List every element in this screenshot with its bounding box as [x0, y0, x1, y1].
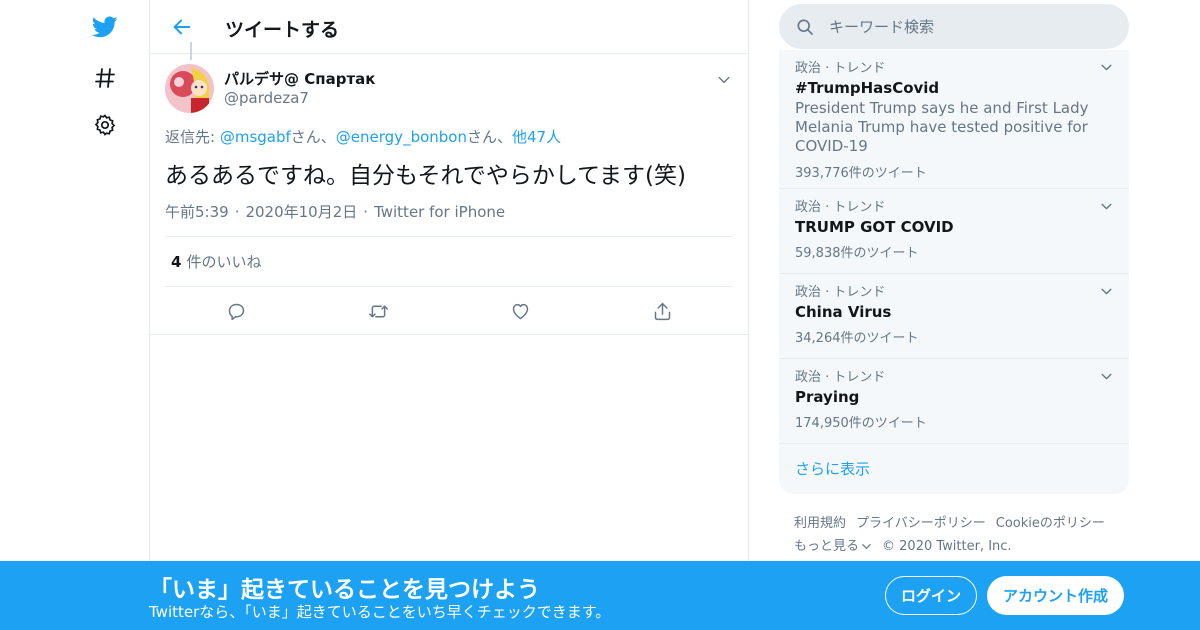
- meta-separator: ·: [363, 203, 369, 221]
- retweet-icon: [368, 305, 388, 317]
- meta-separator: ·: [234, 203, 240, 221]
- trend-name: #TrumpHasCovid: [795, 79, 940, 97]
- trend-count: 393,776件のツイート: [795, 166, 927, 181]
- twitter-bird-icon[interactable]: [90, 12, 120, 42]
- trend-menu-button[interactable]: [1097, 58, 1115, 76]
- trend-menu-button[interactable]: [1097, 197, 1115, 215]
- footer-link-privacy[interactable]: プライバシーポリシー: [856, 516, 986, 531]
- banner-subtitle: Twitterなら、「いま」起きていることをいち早くチェックできます。: [149, 603, 611, 621]
- chevron-down-icon: [1100, 203, 1112, 209]
- signup-button[interactable]: アカウント作成: [987, 576, 1124, 615]
- left-nav: [80, 0, 130, 630]
- like-icon: [512, 303, 528, 319]
- footer-links: 利用規約 プライバシーポリシー Cookieのポリシー もっと見る © 2020 Tw…: [794, 512, 1134, 558]
- chevron-down-icon: [1100, 288, 1112, 294]
- reply-to: 返信先: @msgabfさん、@energy_bonbonさん、他47人: [165, 126, 561, 147]
- tweet-actions: [150, 287, 748, 335]
- likes-label: 件のいいね: [186, 253, 262, 271]
- trend-name: China Virus: [795, 303, 892, 321]
- trend-name: Praying: [795, 388, 860, 406]
- trends-panel: 政治 · トレンド #TrumpHasCovid President Trump…: [779, 50, 1129, 494]
- tweet-source[interactable]: Twitter for iPhone: [374, 203, 505, 221]
- search-box[interactable]: [779, 4, 1129, 49]
- tweet-meta: 午前5:39 · 2020年10月2日 · Twitter for iPhone: [165, 201, 505, 222]
- reply-icon: [228, 303, 244, 320]
- tweet-header: パルデサ@ Спартак @pardeza7: [150, 54, 748, 124]
- trend-context: 政治 · トレンド: [795, 285, 886, 300]
- signup-banner: 「いま」起きていることを見つけよう Twitterなら、「いま」起きていることを…: [0, 561, 1200, 630]
- retweet-button[interactable]: [366, 299, 390, 323]
- back-button[interactable]: [168, 13, 196, 41]
- trend-context: 政治 · トレンド: [795, 61, 886, 76]
- chevron-down-icon: [862, 544, 871, 549]
- main-column: ツイートする パルデサ@ Спартак @pardeza7 返信先: @msg…: [149, 0, 749, 630]
- search-input[interactable]: [829, 4, 1109, 49]
- login-button[interactable]: ログイン: [885, 576, 977, 615]
- reply-prefix: 返信先:: [165, 128, 220, 146]
- banner-title: 「いま」起きていることを見つけよう: [149, 577, 540, 603]
- chevron-down-icon: [1100, 64, 1112, 70]
- trend-item[interactable]: 政治 · トレンド China Virus 34,264件のツイート: [779, 274, 1129, 359]
- arrow-left-icon: [173, 19, 191, 35]
- main-header: ツイートする: [150, 0, 748, 60]
- trend-name: TRUMP GOT COVID: [795, 218, 954, 236]
- gear-icon[interactable]: [90, 110, 120, 140]
- chevron-down-icon: [1100, 373, 1112, 379]
- search-icon: [797, 19, 813, 35]
- trend-item[interactable]: 政治 · トレンド TRUMP GOT COVID 59,838件のツイート: [779, 189, 1129, 274]
- tweet-date[interactable]: 2020年10月2日: [245, 203, 357, 221]
- copyright: © 2020 Twitter, Inc.: [882, 539, 1012, 554]
- trend-item[interactable]: 政治 · トレンド Praying 174,950件のツイート: [779, 359, 1129, 444]
- trend-item[interactable]: 政治 · トレンド #TrumpHasCovid President Trump…: [779, 50, 1129, 189]
- reply-sep-2: さん、: [466, 128, 512, 146]
- trend-description: President Trump says he and First Lady M…: [795, 99, 1089, 155]
- page-title: ツイートする: [225, 19, 340, 41]
- tweet-text: あるあるですね。自分もそれでやらかしてます(笑): [165, 163, 686, 189]
- footer-link-more[interactable]: もっと見る: [794, 539, 872, 554]
- trend-count: 34,264件のツイート: [795, 331, 919, 346]
- reply-user-link-1[interactable]: @msgabf: [220, 128, 291, 146]
- footer-more-label: もっと見る: [794, 539, 860, 554]
- reply-button[interactable]: [224, 299, 248, 323]
- hashtag-icon[interactable]: [90, 63, 120, 93]
- reply-sep-1: さん、: [290, 128, 336, 146]
- footer-link-terms[interactable]: 利用規約: [794, 516, 846, 531]
- trend-menu-button[interactable]: [1097, 282, 1115, 300]
- author-handle[interactable]: @pardeza7: [224, 89, 309, 107]
- trend-menu-button[interactable]: [1097, 367, 1115, 385]
- share-button[interactable]: [650, 299, 674, 323]
- show-more-link[interactable]: さらに表示: [795, 458, 870, 479]
- reply-user-link-2[interactable]: @energy_bonbon: [336, 128, 467, 146]
- trend-context: 政治 · トレンド: [795, 370, 886, 385]
- author-name[interactable]: パルデサ@ Спартак: [224, 68, 375, 89]
- like-button[interactable]: [508, 299, 532, 323]
- trend-count: 174,950件のツイート: [795, 416, 927, 431]
- trend-context: 政治 · トレンド: [795, 200, 886, 215]
- tweet-time[interactable]: 午前5:39: [165, 203, 229, 221]
- likes-count: 4: [171, 252, 182, 271]
- reply-others-link[interactable]: 他47人: [512, 128, 561, 146]
- tweet-menu-button[interactable]: [714, 70, 734, 90]
- avatar[interactable]: [165, 64, 214, 113]
- trend-count: 59,838件のツイート: [795, 246, 919, 261]
- chevron-down-icon: [718, 76, 730, 84]
- share-icon: [654, 302, 670, 320]
- likes-row[interactable]: 4 件のいいね: [165, 236, 733, 287]
- footer-link-cookies[interactable]: Cookieのポリシー: [996, 516, 1105, 531]
